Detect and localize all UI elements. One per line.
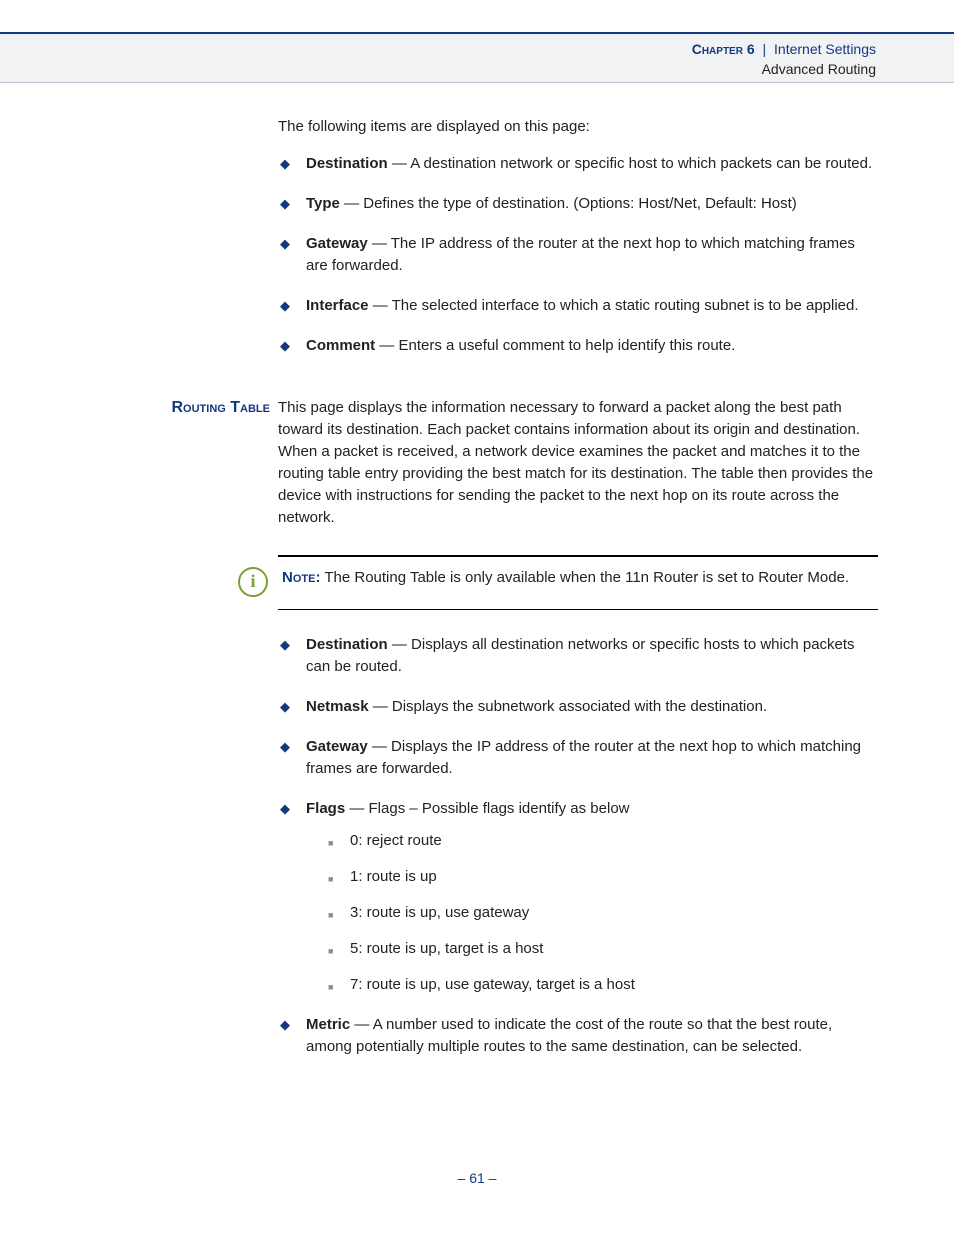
desc: — A destination network or specific host… xyxy=(388,155,872,172)
term: Gateway xyxy=(306,738,368,755)
term: Gateway xyxy=(306,235,368,252)
header-line-1: Chapter 6 | Internet Settings xyxy=(692,39,876,59)
list-item: 5: route is up, target is a host xyxy=(328,938,878,960)
note-label: Note: xyxy=(282,569,320,586)
field-list-2: Destination — Displays all destination n… xyxy=(278,634,878,1058)
flags-sublist: 0: reject route 1: route is up 3: route … xyxy=(328,830,878,996)
list-item: Interface — The selected interface to wh… xyxy=(278,295,878,317)
list-item: Destination — Displays all destination n… xyxy=(278,634,878,678)
list-item: 0: reject route xyxy=(328,830,878,852)
page-number: – 61 – xyxy=(0,1170,954,1186)
list-item: Metric — A number used to indicate the c… xyxy=(278,1014,878,1058)
desc: — Displays the subnetwork associated wit… xyxy=(369,698,768,715)
list-item: Gateway — The IP address of the router a… xyxy=(278,233,878,277)
term: Netmask xyxy=(306,698,369,715)
list-item: Netmask — Displays the subnetwork associ… xyxy=(278,696,878,718)
term: Destination xyxy=(306,636,388,653)
note-block: i Note: The Routing Table is only availa… xyxy=(278,555,878,610)
desc: — The IP address of the router at the ne… xyxy=(306,235,855,274)
note-rule-bottom xyxy=(278,609,878,610)
desc: — Enters a useful comment to help identi… xyxy=(375,337,735,354)
page-content: The following items are displayed on thi… xyxy=(158,118,878,1076)
note-text: Note: The Routing Table is only availabl… xyxy=(282,567,849,589)
desc: — A number used to indicate the cost of … xyxy=(306,1016,832,1055)
list-item: Comment — Enters a useful comment to hel… xyxy=(278,335,878,357)
list-item: Type — Defines the type of destination. … xyxy=(278,193,878,215)
term: Interface xyxy=(306,297,369,314)
term: Destination xyxy=(306,155,388,172)
note-body: The Routing Table is only available when… xyxy=(320,569,849,586)
list-item: 1: route is up xyxy=(328,866,878,888)
term: Type xyxy=(306,195,340,212)
desc: — The selected interface to which a stat… xyxy=(369,297,859,314)
term: Flags xyxy=(306,800,345,817)
chapter-label: Chapter 6 xyxy=(692,41,755,57)
list-item: Destination — A destination network or s… xyxy=(278,153,878,175)
desc: — Flags – Possible flags identify as bel… xyxy=(345,800,629,817)
list-item: Flags — Flags – Possible flags identify … xyxy=(278,798,878,996)
header-subsection: Advanced Routing xyxy=(692,59,876,79)
list-item: Gateway — Displays the IP address of the… xyxy=(278,736,878,780)
desc: — Defines the type of destination. (Opti… xyxy=(340,195,797,212)
term: Comment xyxy=(306,337,375,354)
list-item: 3: route is up, use gateway xyxy=(328,902,878,924)
side-heading-routing-table: Routing Table xyxy=(158,397,278,529)
desc: — Displays all destination networks or s… xyxy=(306,636,855,675)
term: Metric xyxy=(306,1016,350,1033)
header-section: Internet Settings xyxy=(774,41,876,57)
routing-table-section: Routing Table This page displays the inf… xyxy=(158,397,878,529)
field-list-1: Destination — A destination network or s… xyxy=(278,153,878,357)
header-separator: | xyxy=(759,41,771,57)
list-item: 7: route is up, use gateway, target is a… xyxy=(328,974,878,996)
info-icon: i xyxy=(238,567,268,597)
intro-text: The following items are displayed on thi… xyxy=(278,118,878,135)
routing-table-paragraph: This page displays the information neces… xyxy=(278,397,878,529)
desc: — Displays the IP address of the router … xyxy=(306,738,861,777)
page-header: Chapter 6 | Internet Settings Advanced R… xyxy=(0,32,954,83)
